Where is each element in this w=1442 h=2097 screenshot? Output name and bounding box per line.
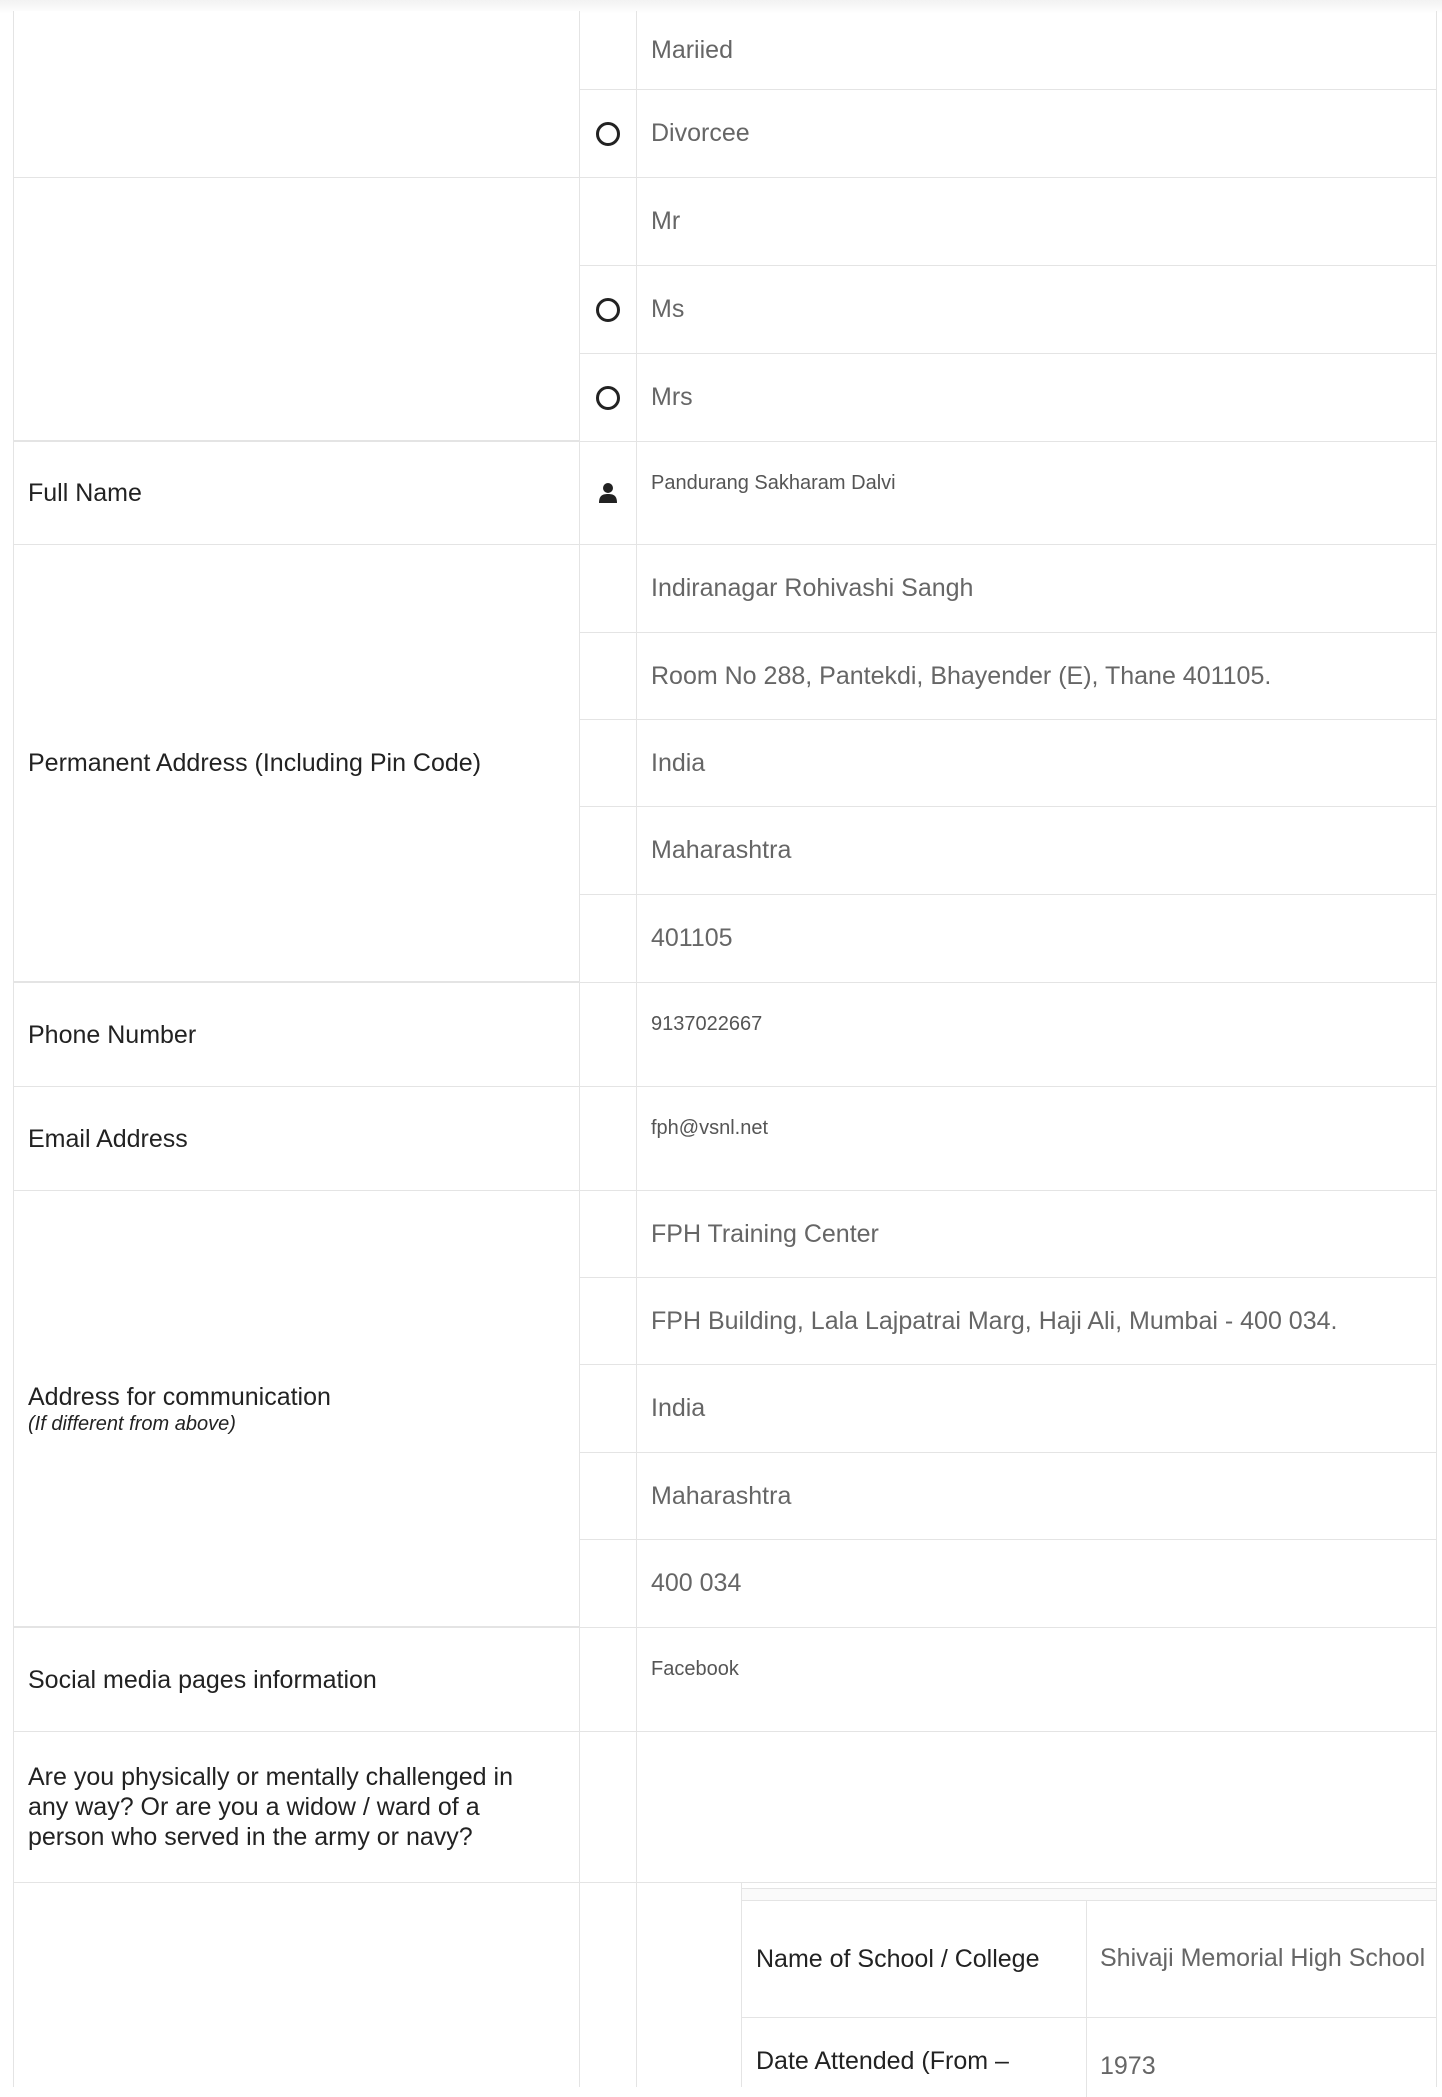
empty-icon-cell [580, 1883, 637, 2087]
communication-address-sublabel: (If different from above) [28, 1412, 236, 1435]
empty-icon-cell [580, 1628, 637, 1731]
marital-option-divorcee[interactable]: Divorcee [637, 90, 1436, 177]
table-right-border [1436, 11, 1437, 2087]
empty-icon-cell [580, 983, 637, 1086]
communication-address-line2[interactable]: FPH Building, Lala Lajpatrai Marg, Haji … [637, 1278, 1436, 1364]
radio-cell [580, 266, 637, 353]
empty-icon-cell [580, 1365, 637, 1452]
communication-address-label-cell: Address for communication (If different … [14, 1191, 580, 1627]
social-media-label: Social media pages information [14, 1628, 580, 1731]
radio-cell [580, 90, 637, 177]
empty-icon-cell [580, 633, 637, 719]
communication-address-pin[interactable]: 400 034 [637, 1540, 1436, 1627]
communication-address-state[interactable]: Maharashtra [637, 1453, 1436, 1539]
empty-icon-cell [580, 1453, 637, 1539]
empty-icon-cell [580, 1732, 637, 1882]
date-attended-label: Date Attended (From – [742, 2017, 1087, 2097]
permanent-address-pin[interactable]: 401105 [637, 895, 1436, 982]
email-value[interactable]: fph@vsnl.net [637, 1087, 1436, 1190]
communication-address-label: Address for communication [28, 1382, 331, 1411]
marital-option-married[interactable]: Mariied [637, 11, 1436, 89]
education-school-row: Name of School / College Shivaji Memoria… [742, 1900, 1436, 2018]
phone-value[interactable]: 9137022667 [637, 983, 1436, 1086]
social-media-row: Social media pages information Facebook [14, 1628, 1436, 1732]
challenged-value[interactable] [637, 1732, 1436, 1882]
permanent-address-line2[interactable]: Room No 288, Pantekdi, Bhayender (E), Th… [637, 633, 1436, 719]
full-name-label: Full Name [14, 442, 580, 544]
empty-icon-cell [580, 1191, 637, 1277]
salutation-option-mr[interactable]: Mr [637, 178, 1436, 265]
date-attended-value[interactable]: 1973 [1088, 2017, 1436, 2097]
empty-icon-cell [580, 807, 637, 894]
communication-address-line1[interactable]: FPH Training Center [637, 1191, 1436, 1277]
radio-icon[interactable] [596, 121, 620, 146]
communication-address-country[interactable]: India [637, 1365, 1436, 1452]
education-spacer-cell [637, 1883, 742, 2087]
phone-row: Phone Number 9137022667 [14, 983, 1436, 1087]
full-name-row: Full Name Pandurang Sakharam Dalvi [14, 442, 1436, 545]
radio-icon[interactable] [596, 297, 620, 322]
education-dates-row: Date Attended (From – 1973 [742, 2017, 1436, 2097]
school-name-label: Name of School / College [742, 1901, 1087, 2017]
radio-icon[interactable] [596, 385, 620, 410]
user-icon [599, 483, 617, 503]
marital-status-label-cell [14, 11, 580, 178]
empty-icon-cell [580, 1087, 637, 1190]
permanent-address-country[interactable]: India [637, 720, 1436, 806]
marital-option-icon-cell [580, 11, 637, 89]
email-label: Email Address [14, 1087, 580, 1190]
phone-label: Phone Number [14, 983, 580, 1086]
education-label-cell [14, 1883, 580, 2087]
permanent-address-state[interactable]: Maharashtra [637, 807, 1436, 894]
permanent-address-line1[interactable]: Indiranagar Rohivashi Sangh [637, 545, 1436, 632]
empty-icon-cell [580, 895, 637, 982]
salutation-label-cell [14, 178, 580, 441]
salutation-icon-cell [580, 178, 637, 265]
empty-icon-cell [580, 545, 637, 632]
empty-icon-cell [580, 1540, 637, 1627]
school-name-value[interactable]: Shivaji Memorial High School [1088, 1901, 1436, 2017]
empty-icon-cell [580, 720, 637, 806]
user-icon-cell [580, 442, 637, 544]
challenged-row: Are you physically or mentally challenge… [14, 1732, 1436, 1883]
radio-cell [580, 354, 637, 441]
challenged-label: Are you physically or mentally challenge… [14, 1732, 580, 1882]
empty-icon-cell [580, 1278, 637, 1364]
salutation-option-ms[interactable]: Ms [637, 266, 1436, 353]
email-row: Email Address fph@vsnl.net [14, 1087, 1436, 1191]
full-name-value[interactable]: Pandurang Sakharam Dalvi [637, 442, 1436, 544]
salutation-option-mrs[interactable]: Mrs [637, 354, 1436, 441]
permanent-address-label: Permanent Address (Including Pin Code) [14, 545, 580, 982]
social-media-value[interactable]: Facebook [637, 1628, 1436, 1731]
